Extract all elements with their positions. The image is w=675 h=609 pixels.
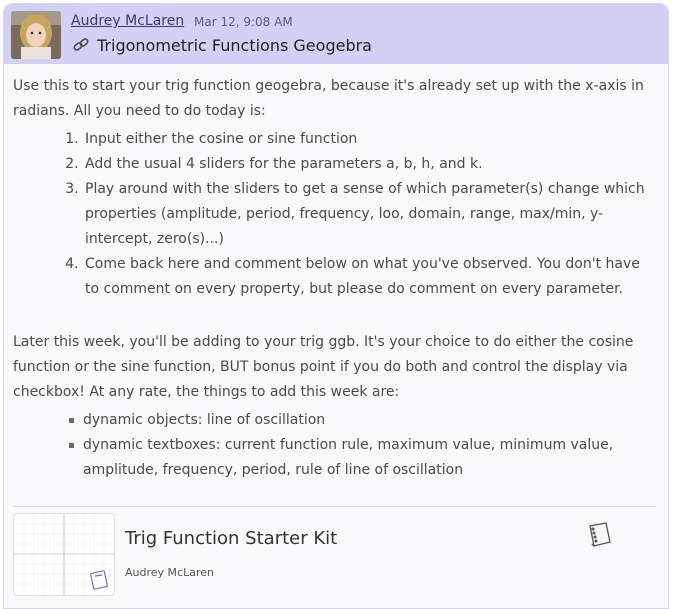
steps-list: Input either the cosine or sine function… bbox=[13, 127, 658, 302]
list-item: Come back here and comment below on what… bbox=[83, 252, 658, 302]
divider bbox=[13, 506, 656, 507]
later-paragraph: Later this week, you'll be adding to you… bbox=[13, 334, 634, 400]
post-body: Use this to start your trig function geo… bbox=[13, 74, 658, 483]
list-item: Play around with the sliders to get a se… bbox=[83, 177, 658, 252]
author-link[interactable]: Audrey McLaren bbox=[71, 13, 184, 29]
avatar[interactable] bbox=[11, 11, 61, 59]
list-item: dynamic objects: line of oscillation bbox=[69, 408, 658, 433]
geogebra-link-icon bbox=[73, 38, 89, 51]
list-item: Input either the cosine or sine function bbox=[83, 127, 658, 152]
additions-list: dynamic objects: line of oscillation dyn… bbox=[13, 408, 658, 483]
post-header: Audrey McLaren Mar 12, 9:08 AM Trigonome… bbox=[4, 4, 668, 64]
resource-thumbnail[interactable] bbox=[13, 513, 115, 596]
resource-title[interactable]: Trig Function Starter Kit bbox=[125, 528, 337, 549]
post-title-row: Trigonometric Functions Geogebra bbox=[71, 35, 372, 55]
list-item: Add the usual 4 sliders for the paramete… bbox=[83, 152, 658, 177]
resource-author: Audrey McLaren bbox=[125, 566, 214, 579]
list-item: dynamic textboxes: current function rule… bbox=[69, 433, 658, 483]
book-icon[interactable] bbox=[585, 520, 615, 550]
intro-paragraph: Use this to start your trig function geo… bbox=[13, 78, 644, 119]
post-timestamp: Mar 12, 9:08 AM bbox=[194, 15, 293, 29]
post-title: Trigonometric Functions Geogebra bbox=[97, 35, 372, 55]
